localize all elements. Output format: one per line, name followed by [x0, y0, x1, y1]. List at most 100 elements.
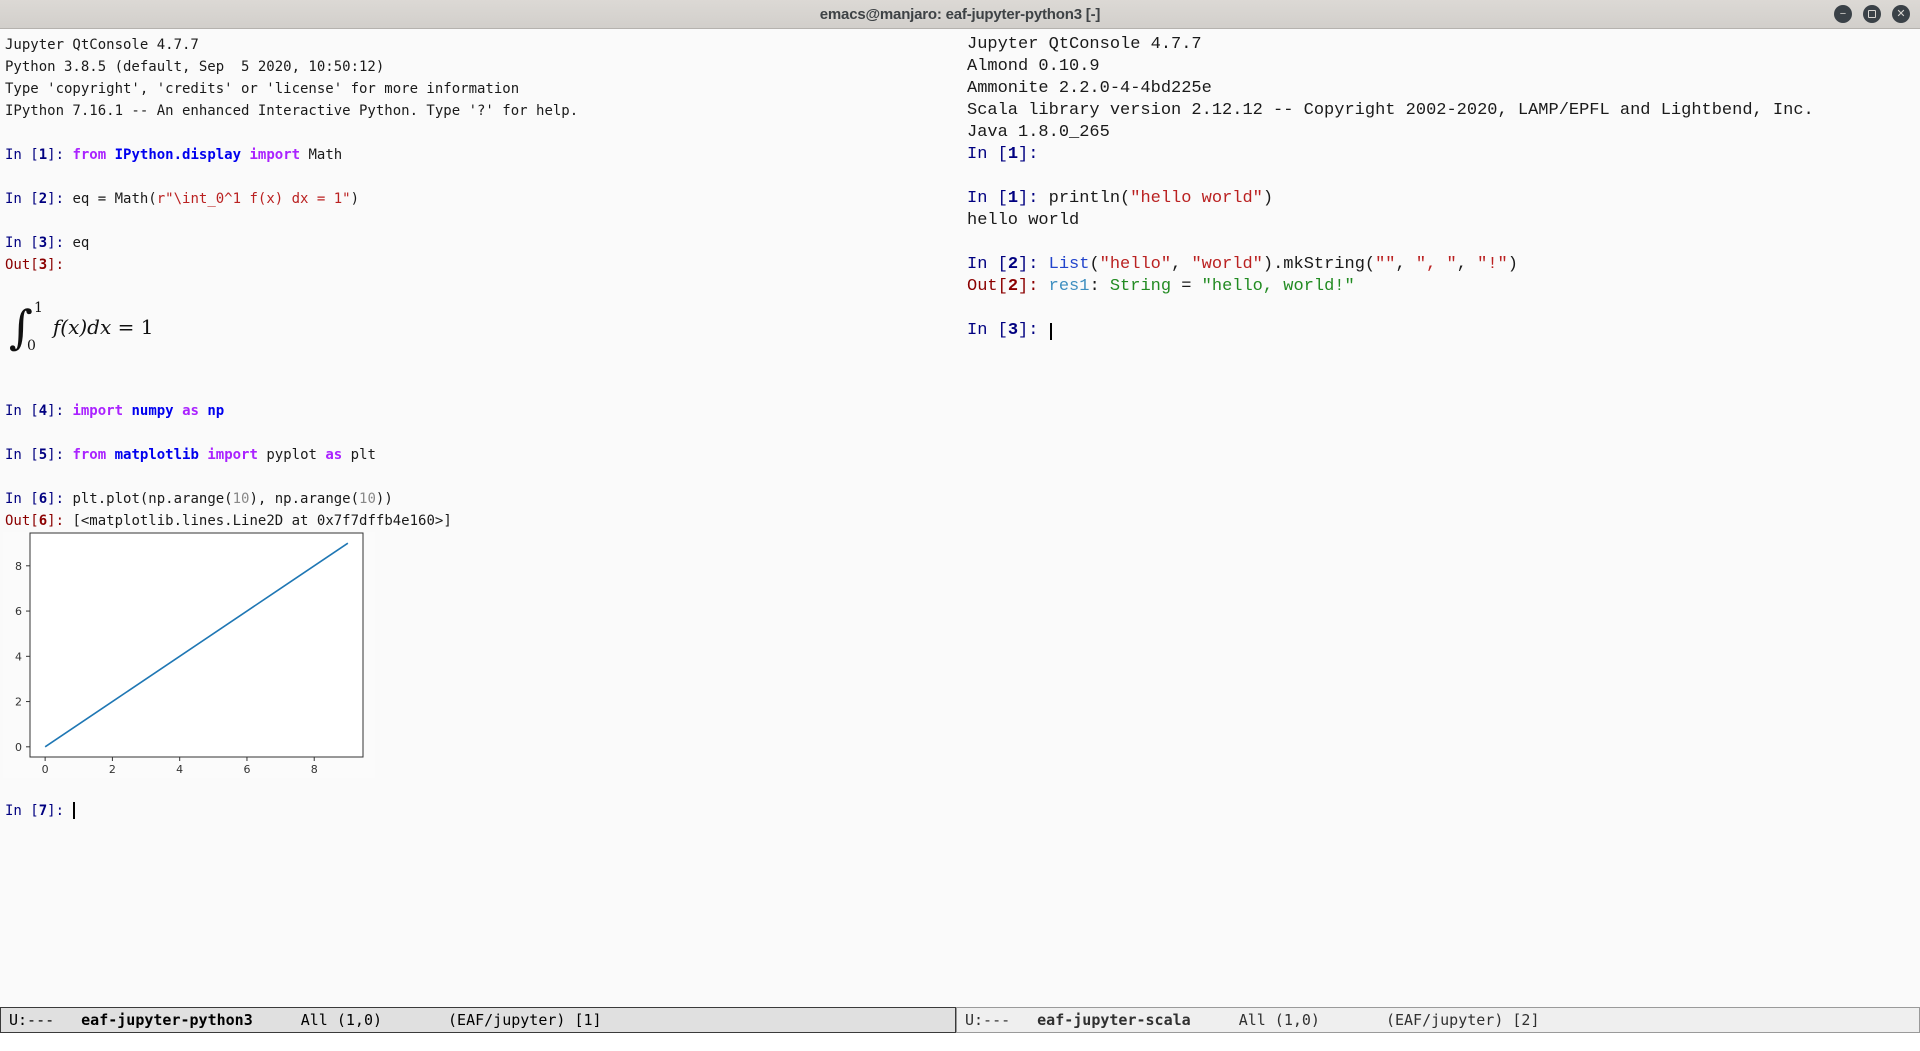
text-segment: In [ [5, 403, 39, 419]
modeline-buffer-name: eaf-jupyter-scala [1037, 1011, 1191, 1029]
text-segment: np [207, 403, 224, 419]
text-segment: "!" [1477, 255, 1508, 274]
text-segment: = [1171, 277, 1202, 296]
jupyter-console-scala[interactable]: Jupyter QtConsole 4.7.7Almond 0.10.9 Ammo… [956, 28, 1920, 1007]
text-segment [106, 447, 114, 463]
text-segment: 1 [39, 147, 47, 163]
text-segment: matplotlib [115, 447, 199, 463]
text-segment: In [ [5, 235, 39, 251]
text-segment: import [72, 403, 123, 419]
mode-lines: U:--- eaf-jupyter-python3 All (1,0) (EAF… [0, 1007, 1920, 1033]
console-line: In [6]: plt.plot(np.arange(10), np.arang… [5, 488, 956, 510]
text-segment: String [1110, 277, 1171, 296]
minimize-icon: − [1840, 5, 1846, 23]
modeline-python[interactable]: U:--- eaf-jupyter-python3 All (1,0) (EAF… [0, 1007, 956, 1033]
jupyter-console-python[interactable]: Jupyter QtConsole 4.7.7Python 3.8.5 (def… [0, 28, 956, 1007]
text-segment: ).mkString( [1263, 255, 1375, 274]
text-segment: Scala library version 2.12.12 -- Copyrig… [967, 101, 1814, 120]
text-segment: import [249, 147, 300, 163]
text-segment: ]: [47, 447, 72, 463]
console-blank-line [5, 122, 956, 144]
console-line: Ammonite 2.2.0-4-4bd225e [967, 78, 1920, 100]
text-segment: 7 [39, 803, 47, 819]
title-bar[interactable]: emacs@manjaro: eaf-jupyter-python3 [-] −… [0, 0, 1920, 29]
text-segment: numpy [131, 403, 173, 419]
x-tick-label: 4 [176, 763, 183, 776]
y-tick-label: 0 [15, 741, 22, 754]
console-line: Python 3.8.5 (default, Sep 5 2020, 10:50… [5, 56, 956, 78]
minimize-button[interactable]: − [1834, 5, 1852, 23]
text-segment: as [325, 447, 342, 463]
text-segment: IPython 7.16.1 -- An enhanced Interactiv… [5, 103, 578, 119]
text-segment: ]: [1018, 277, 1049, 296]
text-segment: ( [1089, 255, 1099, 274]
modeline-modified-flags: U:--- [9, 1011, 54, 1029]
console-line: Scala library version 2.12.12 -- Copyrig… [967, 100, 1920, 122]
text-segment: "world" [1191, 255, 1262, 274]
text-segment: 1 [1008, 145, 1018, 164]
text-segment: 10 [233, 491, 250, 507]
console-line: In [2]: eq = Math(r"\int_0^1 f(x) dx = 1… [5, 188, 956, 210]
text-segment: 4 [39, 403, 47, 419]
text-segment [106, 147, 114, 163]
frame-content: Jupyter QtConsole 4.7.7Python 3.8.5 (def… [0, 28, 1920, 1007]
console-line: In [2]: List("hello", "world").mkString(… [967, 254, 1920, 276]
modeline-scala[interactable]: U:--- eaf-jupyter-scala All (1,0) (EAF/j… [956, 1007, 1920, 1033]
maximize-button[interactable] [1863, 5, 1881, 23]
y-tick-label: 2 [15, 696, 22, 709]
console-line: Jupyter QtConsole 4.7.7 [5, 34, 956, 56]
text-segment: ]: [47, 803, 72, 819]
console-line: Out[6]: [<matplotlib.lines.Line2D at 0x7… [5, 510, 956, 532]
text-segment: : [1089, 277, 1109, 296]
text-segment: "hello" [1100, 255, 1171, 274]
text-segment: Almond 0.10.9 [967, 57, 1100, 76]
text-segment: ]: [1018, 189, 1049, 208]
modeline-modified-flags: U:--- [965, 1011, 1010, 1029]
text-segment: 3 [1008, 321, 1018, 340]
plot-canvas: 0246802468 [3, 532, 375, 778]
text-segment: Out[ [5, 513, 39, 529]
console-line: In [7]: [5, 800, 956, 822]
console-line: In [5]: from matplotlib import pyplot as… [5, 444, 956, 466]
text-segment: In [ [5, 447, 39, 463]
text-segment: In [ [967, 189, 1008, 208]
x-tick-label: 6 [243, 763, 250, 776]
y-tick-label: 6 [15, 605, 22, 618]
text-segment: ]: [47, 403, 72, 419]
text-segment: ) [351, 191, 359, 207]
maximize-icon [1868, 10, 1876, 18]
text-segment: "" [1375, 255, 1395, 274]
console-line: In [1]: println("hello world") [967, 188, 1920, 210]
y-tick-label: 8 [15, 560, 22, 573]
text-segment: 2 [39, 191, 47, 207]
console-line: In [1]: [967, 144, 1920, 166]
text-segment: ]: [1018, 255, 1049, 274]
console-line: hello world [967, 210, 1920, 232]
modeline-major-mode: (EAF/jupyter) [2] [1386, 1011, 1540, 1029]
console-line: Out[2]: res1: String = "hello, world!" [967, 276, 1920, 298]
console-line: Java 1.8.0_265 [967, 122, 1920, 144]
text-segment: , [1396, 255, 1416, 274]
emacs-window: emacs@manjaro: eaf-jupyter-python3 [-] −… [0, 0, 1920, 1051]
close-icon: ✕ [1896, 5, 1905, 23]
integral-lower-limit: 0 [27, 335, 43, 357]
text-segment: eq = Math( [72, 191, 156, 207]
console-line: Out[3]: [5, 254, 956, 276]
text-segment: 3 [39, 257, 47, 273]
text-segment: ) [1508, 255, 1518, 274]
modeline-buffer-name: eaf-jupyter-python3 [81, 1011, 253, 1029]
text-segment: ", " [1416, 255, 1457, 274]
close-button[interactable]: ✕ [1892, 5, 1910, 23]
text-segment: Out[ [5, 257, 39, 273]
x-tick-label: 2 [109, 763, 116, 776]
equation-body: f(x)dx = 1 [53, 316, 154, 338]
text-segment: plt [342, 447, 376, 463]
text-segment: In [ [5, 803, 39, 819]
integral-expression: ∫10f(x)dx = 1 [9, 294, 153, 360]
integral-upper-limit: 1 [34, 297, 43, 319]
window-controls: − ✕ [1834, 5, 1910, 23]
text-segment: 2 [1008, 255, 1018, 274]
console-line: Jupyter QtConsole 4.7.7 [967, 34, 1920, 56]
text-segment: In [ [967, 145, 1008, 164]
text-segment: Java 1.8.0_265 [967, 123, 1110, 142]
